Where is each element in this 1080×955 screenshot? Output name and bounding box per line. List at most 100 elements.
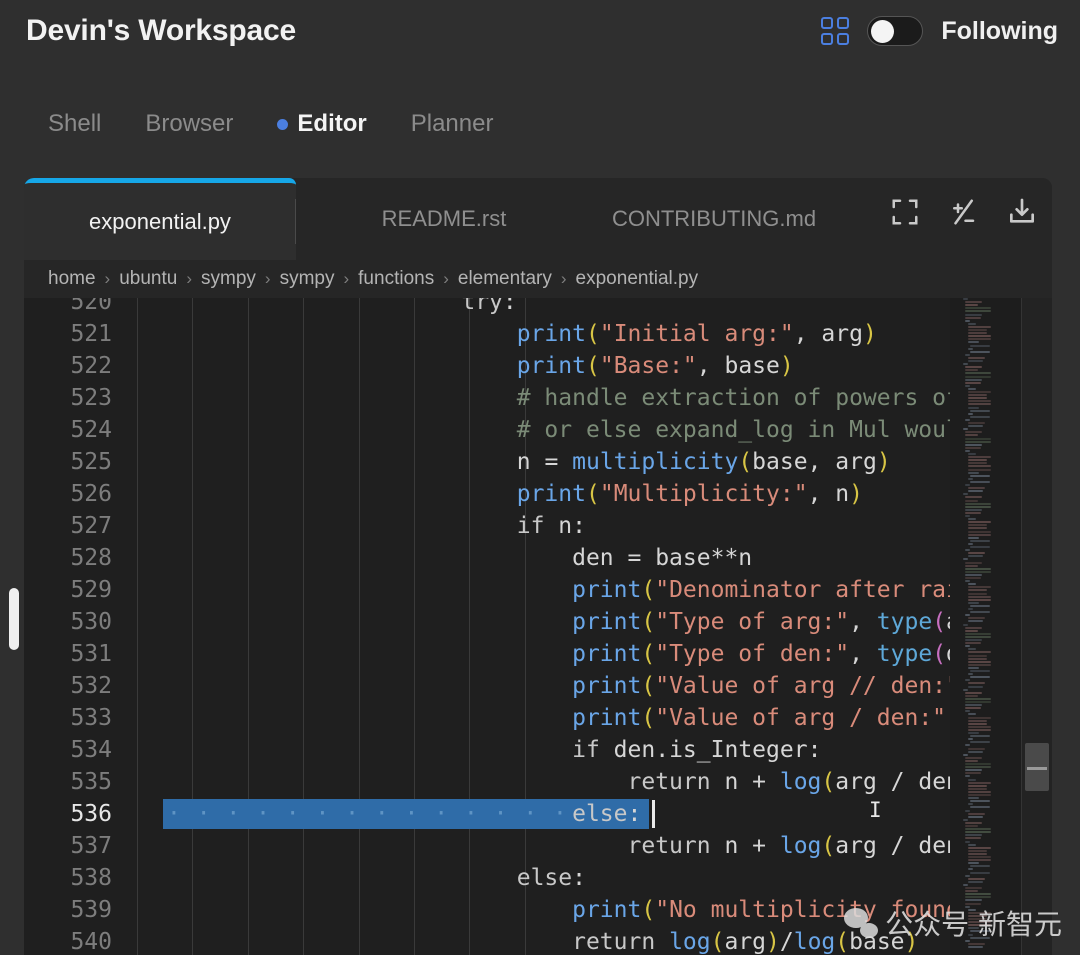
line-number: 520 [70,298,112,315]
tab-editor[interactable]: Editor [277,110,367,138]
minimap-line [965,561,982,564]
code-line[interactable]: print("Value of arg // den:", arg // [129,670,980,702]
code-line[interactable]: print("Denominator after raising base [129,574,980,606]
file-tab-contributing-md[interactable]: CONTRIBUTING.md [569,178,859,260]
code-line[interactable]: return n + log(arg / den) / log(b [129,830,980,862]
minimap-line [967,868,973,871]
minimap[interactable] [950,298,1022,955]
file-tab-readme-rst[interactable]: README.rst [334,178,554,260]
line-number: 524 [70,417,112,443]
tab-planner[interactable]: Planner [411,110,494,138]
minimap-line [967,527,988,530]
line-number: 535 [70,769,112,795]
line-number: 527 [70,513,112,539]
minimap-line [965,372,991,375]
minimap-line [965,446,981,449]
breadcrumb-item-ubuntu[interactable]: ubuntu [119,268,177,290]
code-line[interactable]: print("Multiplicity:", n) [129,478,980,510]
line-number: 526 [70,481,112,507]
minimap-line [967,325,991,328]
line-number: 525 [70,449,112,475]
code-line[interactable]: print("Type of arg:", type(arg)) [129,606,980,638]
tab-shell-label: Shell [48,110,102,137]
minimap-line [963,753,969,756]
minimap-line [967,787,988,790]
code-line[interactable]: return log(arg)/log(base) [129,926,980,955]
code-content[interactable]: · · · · · · · · · · · · · · try: print("… [129,298,980,955]
breadcrumb-separator-icon: › [343,269,350,288]
code-editor[interactable]: 520 521 522 523 524 525 526 527 528 529 530 531 532 5… [24,298,1052,955]
line-number: 521 [70,321,112,347]
grid-apps-icon[interactable] [821,17,850,45]
minimap-line [967,589,988,592]
line-number: 534 [70,737,112,763]
minimap-line [967,924,991,927]
minimap-line [965,902,981,905]
minimap-line [969,539,991,542]
breadcrumb-item-sympy-2[interactable]: sympy [280,268,335,290]
code-line[interactable]: print("Base:", base) [129,350,980,382]
vertical-scrollbar[interactable] [1022,298,1052,955]
minimap-line [969,930,991,933]
breadcrumb-item-file[interactable]: exponential.py [576,268,699,290]
code-line[interactable]: else: [129,862,980,894]
minimap-line [967,406,979,409]
code-line[interactable]: n = multiplicity(base, arg) [129,446,980,478]
minimap-line [965,769,983,772]
line-number: 538 [70,865,112,891]
minimap-line [967,468,991,471]
minimap-line [965,496,982,499]
minimap-line [965,499,978,502]
breadcrumb-item-home[interactable]: home [48,268,96,290]
code-line[interactable]: print("No multiplicity found [129,894,980,926]
minimap-line [965,577,981,579]
tab-browser[interactable]: Browser [145,110,233,138]
minimap-line [967,400,991,403]
panel-resize-handle[interactable] [9,588,19,650]
code-line[interactable]: try: [129,298,980,318]
minimap-line [965,890,978,893]
minimap-line [965,567,991,570]
code-line[interactable]: if n: [129,510,980,542]
minimap-line [965,310,991,313]
tab-shell[interactable]: Shell [48,110,101,138]
minimap-line [967,747,985,750]
minimap-line [963,818,969,821]
minimap-line [965,431,982,434]
following-label: Following [941,16,1058,45]
code-line[interactable]: else: [129,798,980,830]
code-line[interactable]: if den.is_Integer: [129,734,980,766]
minimap-line [967,933,973,936]
minimap-line [967,719,988,722]
code-line[interactable]: print("Value of arg / den:", arg / de [129,702,980,734]
breadcrumb-separator-icon: › [560,269,567,288]
minimap-line [965,837,981,840]
editor-toolbar [890,196,1038,228]
download-icon[interactable] [1006,196,1038,228]
code-line[interactable]: return n + log(arg / den) / log(b [129,766,980,798]
code-line[interactable]: # or else expand_log in Mul would have t… [129,414,980,446]
minimap-line [965,511,981,514]
code-line[interactable]: # handle extraction of powers of the bas… [129,382,980,414]
minimap-line [965,313,983,316]
minimap-line [965,384,971,387]
following-toggle[interactable] [867,16,924,46]
scrollbar-thumb[interactable] [1025,743,1049,791]
diff-plus-minus-icon[interactable] [948,197,978,227]
minimap-line [967,682,985,685]
minimap-line [965,679,971,682]
minimap-line [967,335,991,338]
code-line[interactable]: den = base**n [129,542,980,574]
fullscreen-icon[interactable] [890,197,920,227]
minimap-line [967,533,991,536]
minimap-line [965,772,981,775]
minimap-line [965,704,983,707]
breadcrumb-item-sympy[interactable]: sympy [201,268,256,290]
code-line[interactable]: print("Type of den:", type(den)) [129,638,980,670]
file-tab-exponential-py[interactable]: exponential.py [24,178,296,260]
code-line[interactable]: print("Initial arg:", arg) [129,318,980,350]
breadcrumb-item-elementary[interactable]: elementary [458,268,552,290]
breadcrumb-item-functions[interactable]: functions [358,268,434,290]
minimap-line [965,828,991,831]
minimap-line [965,418,971,421]
